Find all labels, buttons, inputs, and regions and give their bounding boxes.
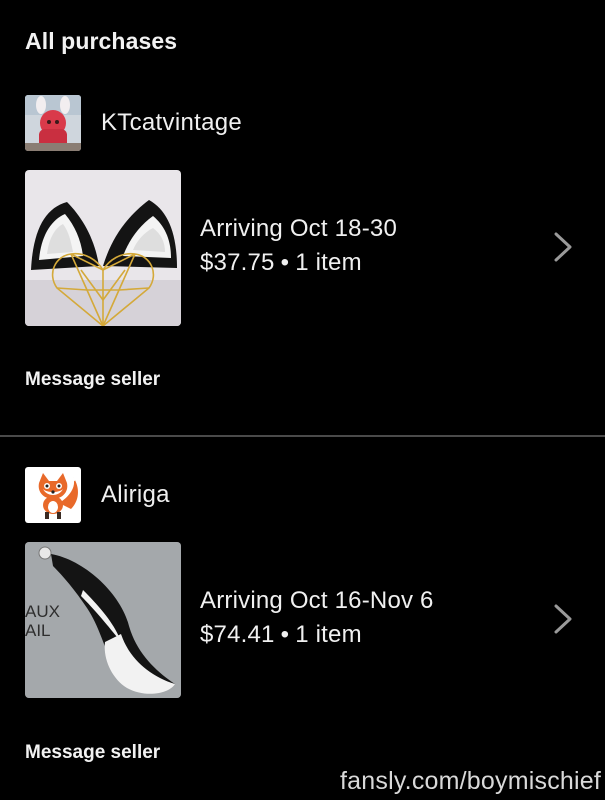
- shop-name[interactable]: KTcatvintage: [101, 109, 242, 137]
- message-seller-button[interactable]: Message seller: [25, 369, 160, 391]
- message-seller-button[interactable]: Message seller: [25, 742, 160, 764]
- order-divider: [0, 435, 605, 437]
- shop-name[interactable]: Aliriga: [101, 481, 170, 509]
- shop-avatar[interactable]: [25, 95, 81, 151]
- item-thumbnail[interactable]: AUX AIL: [25, 542, 181, 698]
- shop-row-aliriga[interactable]: Aliriga: [25, 467, 170, 523]
- watermark-text: fansly.com/boymischief: [340, 767, 601, 795]
- separator-dot: •: [280, 249, 290, 276]
- thumb-text-line-1: AUX: [25, 602, 60, 621]
- page-title: All purchases: [25, 28, 178, 54]
- item-count: 1 item: [295, 249, 362, 276]
- item-info: Arriving Oct 18-30 $37.75 • 1 item: [200, 212, 397, 280]
- cat-ears-headband-image: [25, 170, 181, 326]
- price-line: $74.41 • 1 item: [200, 618, 434, 652]
- order-price: $74.41: [200, 621, 275, 648]
- chevron-right-icon[interactable]: [551, 602, 575, 636]
- chevron-right-icon[interactable]: [551, 230, 575, 264]
- thumb-text-line-2: AIL: [25, 621, 51, 640]
- arrival-date: Arriving Oct 18-30: [200, 215, 398, 242]
- item-thumbnail[interactable]: [25, 170, 181, 326]
- arrival-date: Arriving Oct 16-Nov 6: [200, 587, 434, 614]
- order-item-row[interactable]: AUX AIL Arriving Oct 16-Nov 6 $74.41 • 1 i…: [25, 542, 580, 698]
- item-count: 1 item: [295, 621, 362, 648]
- shop-avatar-image: [25, 95, 81, 151]
- thumb-overlay-text: AUX AIL: [25, 602, 60, 640]
- item-info: Arriving Oct 16-Nov 6 $74.41 • 1 item: [200, 584, 434, 652]
- separator-dot: •: [280, 621, 290, 648]
- shop-row-ktcatvintage[interactable]: KTcatvintage: [25, 95, 242, 151]
- price-line: $37.75 • 1 item: [200, 246, 397, 280]
- fox-avatar-icon: [25, 467, 81, 523]
- order-price: $37.75: [200, 249, 275, 276]
- shop-avatar[interactable]: [25, 467, 81, 523]
- order-item-row[interactable]: Arriving Oct 18-30 $37.75 • 1 item: [25, 170, 580, 326]
